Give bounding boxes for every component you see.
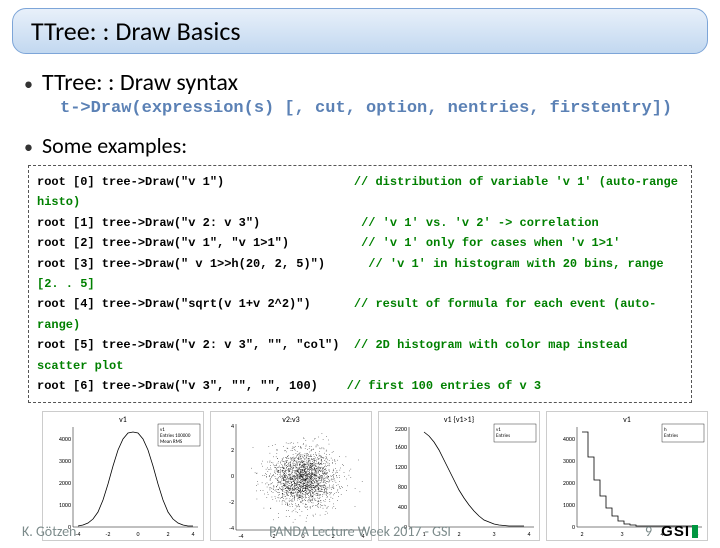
svg-text:2: 2 [231,446,234,454]
svg-text:v2:v3: v2:v3 [282,415,299,425]
plot-title: v1 [119,415,127,425]
svg-text:3000: 3000 [563,457,575,465]
page-number: 9 [645,523,652,540]
svg-text:3000: 3000 [59,457,71,465]
bullet-dot: • [24,136,42,158]
bullet-1: • TTree: : Draw syntax [24,68,696,97]
svg-text:2000: 2000 [563,479,575,487]
svg-text:Entries: Entries [496,433,510,439]
code-block: root [0] tree->Draw("v 1") // distributi… [28,165,692,403]
bullet-dot: • [24,73,42,95]
plot-v1-cut: v1 {v1>1} 0400800120016002200 1234 v1 En… [378,411,540,541]
code-line: root [1] tree->Draw("v 2: v 3") // 'v 1'… [37,213,683,233]
svg-text:800: 800 [398,483,407,491]
code-line: root [3] tree->Draw(" v 1>>h(20, 2, 5)")… [37,254,683,295]
svg-text:2000: 2000 [59,479,71,487]
svg-text:Mean RMS: Mean RMS [160,439,183,445]
footer-author: K. Götzen [22,523,76,540]
svg-text:1200: 1200 [395,463,407,471]
bullet-2: • Some examples: [24,132,696,159]
svg-text:2200: 2200 [395,425,407,433]
footer: K. Götzen PANDA Lecture Week 2017 - GSI … [0,523,720,540]
svg-text:v1 {v1>1}: v1 {v1>1} [444,415,475,425]
code-line: root [5] tree->Draw("v 2: v 3", "", "col… [37,335,683,376]
plot-h20: v1 01000200030004000 2345 h Entries [546,411,708,541]
svg-text:v1: v1 [623,415,631,425]
syntax-code: t->Draw(expression(s) [, cut, option, ne… [60,99,696,118]
svg-text:4: 4 [231,422,234,430]
code-line: root [2] tree->Draw("v 1", "v 1>1") // '… [37,233,683,253]
code-line: root [4] tree->Draw("sqrt(v 1+v 2^2)") /… [37,294,683,335]
plot-v1-histo: v1 01000200030004000 -4-2024 v1 Entries … [42,411,204,541]
svg-text:1000: 1000 [563,501,575,509]
heading-examples: Some examples: [42,132,187,159]
plots-row: v1 01000200030004000 -4-2024 v1 Entries … [24,403,696,541]
svg-text:4000: 4000 [59,435,71,443]
svg-text:400: 400 [398,503,407,511]
slide-body: • TTree: : Draw syntax t->Draw(expressio… [0,54,720,541]
svg-text:4000: 4000 [563,435,575,443]
heading-syntax: TTree: : Draw syntax [42,68,238,97]
svg-text:0: 0 [231,472,234,480]
svg-text:1600: 1600 [395,443,407,451]
code-line: root [6] tree->Draw("v 3", "", "", 100) … [37,376,683,396]
gsi-logo: GSI [660,523,698,540]
slide-title: TTree: : Draw Basics [12,8,708,54]
plot-scatter: v2:v3 -4-2024 -4-2024 [210,411,372,541]
svg-text:1000: 1000 [59,501,71,509]
code-line: root [0] tree->Draw("v 1") // distributi… [37,172,683,213]
svg-text:-2: -2 [229,498,234,506]
svg-text:Entries: Entries [664,433,678,439]
footer-center: PANDA Lecture Week 2017 - GSI [269,523,451,540]
